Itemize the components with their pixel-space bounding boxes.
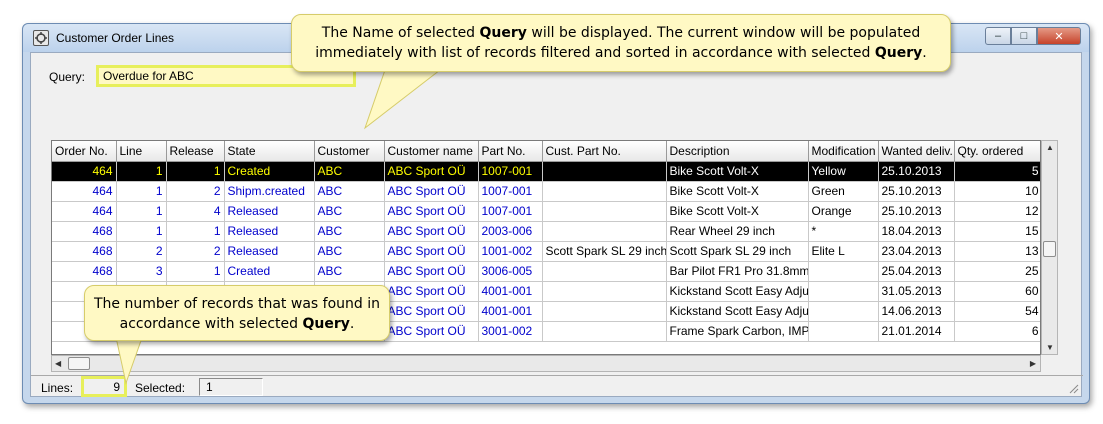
query-callout: The Name of selected Query will be displ… xyxy=(291,14,951,72)
query-callout-pointer xyxy=(363,69,442,130)
query-callout-text: The Name of selected Query will be displ… xyxy=(315,25,927,61)
lines-callout-text: The number of records that was found in … xyxy=(94,296,380,332)
lines-callout: The number of records that was found in … xyxy=(84,285,390,341)
